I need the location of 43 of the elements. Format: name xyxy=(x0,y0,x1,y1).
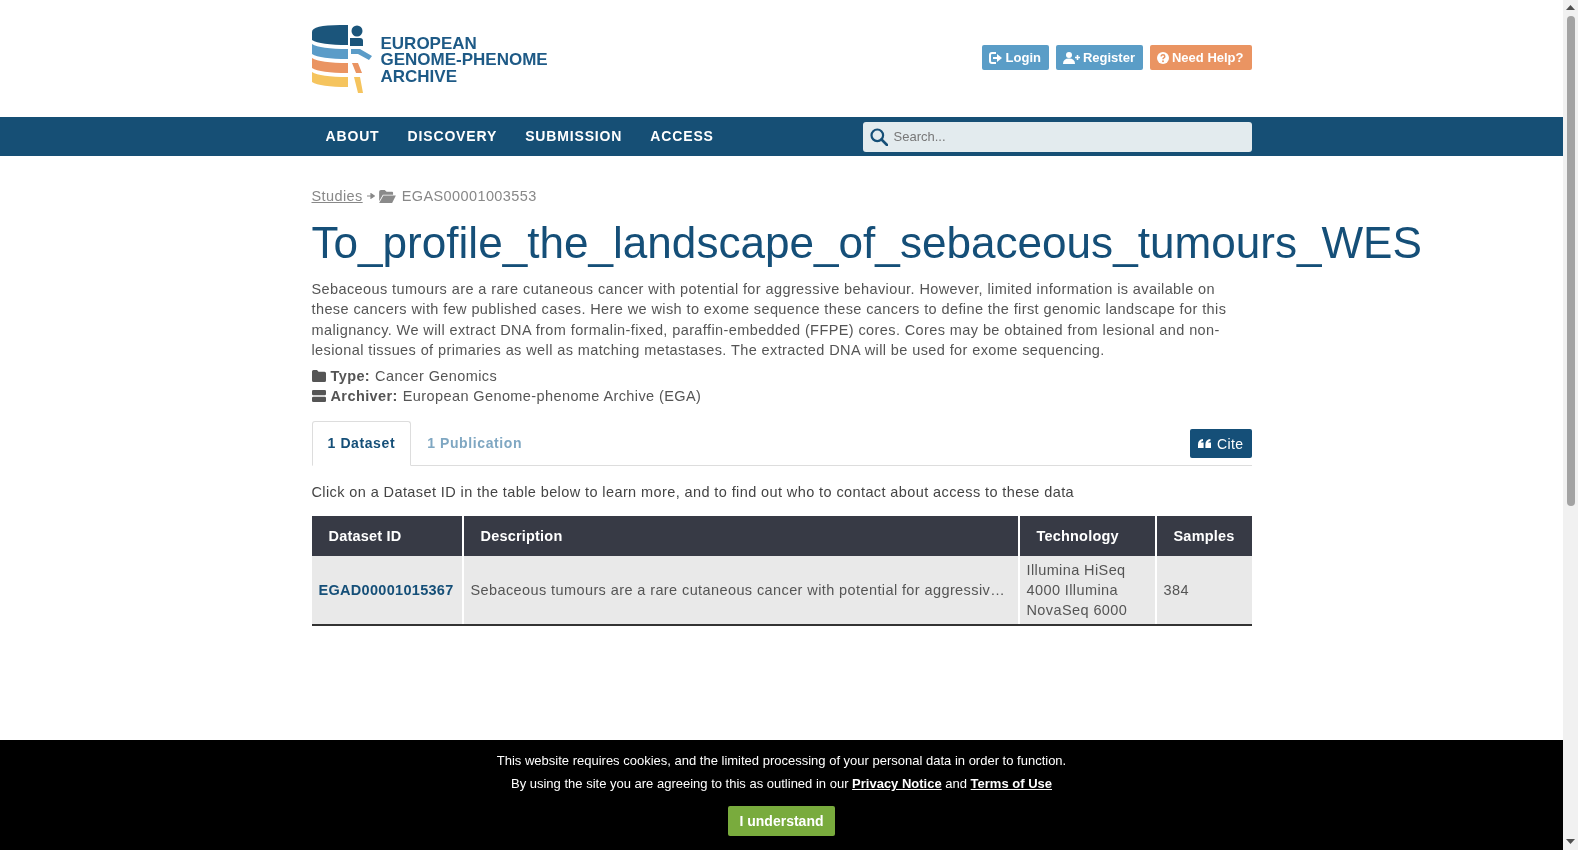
logo-text[interactable]: EUROPEAN GENOME-PHENOME ARCHIVE xyxy=(380,32,548,86)
tab[interactable]: 1 Dataset xyxy=(311,421,412,467)
search-icon xyxy=(869,127,888,146)
nav-link[interactable]: SUBMISSION xyxy=(511,117,637,156)
breadcrumb-link[interactable]: Studies xyxy=(311,188,363,204)
column-header[interactable]: Dataset ID xyxy=(311,516,463,557)
terms-of-use-link[interactable]: Terms of Use xyxy=(970,776,1052,791)
quote-icon xyxy=(1198,439,1211,449)
meta-value: European Genome-phenome Archive (EGA) xyxy=(402,387,702,407)
column-header[interactable]: Samples xyxy=(1155,516,1252,557)
nav-link[interactable]: DISCOVERY xyxy=(393,117,512,156)
arrow-right-icon xyxy=(366,193,375,199)
study-description: Sebaceous tumours are a rare cutaneous cancer with potential for aggressive behaviour. However, limited information is available on these cancers with few published cases. Here we wish to exome sequence these cancers to define the first genomic landscape for this malignancy. We will extract DNA from formalin-fixed, paraffin-embedded (FFPE) cores. Cores may be obtained from lesional and non-lesional tissues of primaries as well as matching metastases. The extracted DNA will be used for exome sequencing. xyxy=(311,280,1228,360)
meta-label: Type: xyxy=(330,367,371,387)
cookie-consent-text: By using the site you are agreeing to this as outlined in our Privacy Notice and Terms of Use xyxy=(510,776,1052,792)
folder-icon xyxy=(311,370,326,383)
folder-open-icon xyxy=(378,189,396,203)
dataset-link[interactable]: EGAD00001015367 xyxy=(318,582,454,599)
column-header[interactable]: Description xyxy=(462,516,1019,557)
sign-in-icon xyxy=(988,51,1003,64)
scrollbar-thumb[interactable] xyxy=(1566,16,1575,506)
column-header[interactable]: Technology xyxy=(1018,516,1156,557)
meta-value: Cancer Genomics xyxy=(375,367,498,387)
breadcrumb-current: EGAS00001003553 xyxy=(401,188,537,204)
table-cell: 384 xyxy=(1155,556,1252,626)
cite-button[interactable]: Cite xyxy=(1190,429,1252,459)
user-plus-icon xyxy=(1062,51,1080,64)
scrollbar[interactable] xyxy=(1563,0,1578,850)
table-cell: Sebaceous tumours are a rare cutaneous cancer with potential for aggressiv… xyxy=(462,556,1019,626)
nav-link[interactable]: ABOUT xyxy=(311,117,394,156)
cookie-message: This website requires cookies, and the limited processing of your personal data in order to function. xyxy=(496,753,1067,769)
search-field[interactable]: Search... xyxy=(862,121,1252,152)
scroll-up-icon[interactable] xyxy=(1566,5,1575,10)
server-icon xyxy=(311,390,326,403)
nav-link[interactable]: ACCESS xyxy=(636,117,728,156)
scroll-down-icon[interactable] xyxy=(1566,839,1575,844)
table-cell: Illumina HiSeq 4000 Illumina NovaSeq 6000 xyxy=(1018,556,1156,626)
meta-label: Archiver: xyxy=(330,387,398,407)
instruction-text: Click on a Dataset ID in the table below to learn more, and to find out who to contact about access to these data xyxy=(311,483,1076,503)
study-title: To_profile_the_landscape_of_sebaceous_tumours_WES xyxy=(311,217,1422,269)
question-circle-icon xyxy=(1157,51,1169,64)
privacy-notice-link[interactable]: Privacy Notice xyxy=(852,776,942,791)
logo-icon xyxy=(311,25,374,93)
